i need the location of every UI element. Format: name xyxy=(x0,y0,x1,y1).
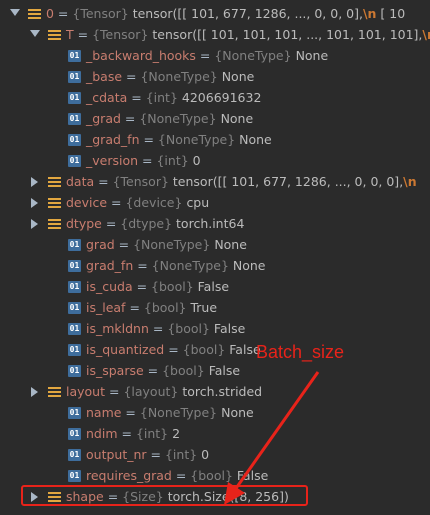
annotation-arrow-icon xyxy=(224,371,320,505)
